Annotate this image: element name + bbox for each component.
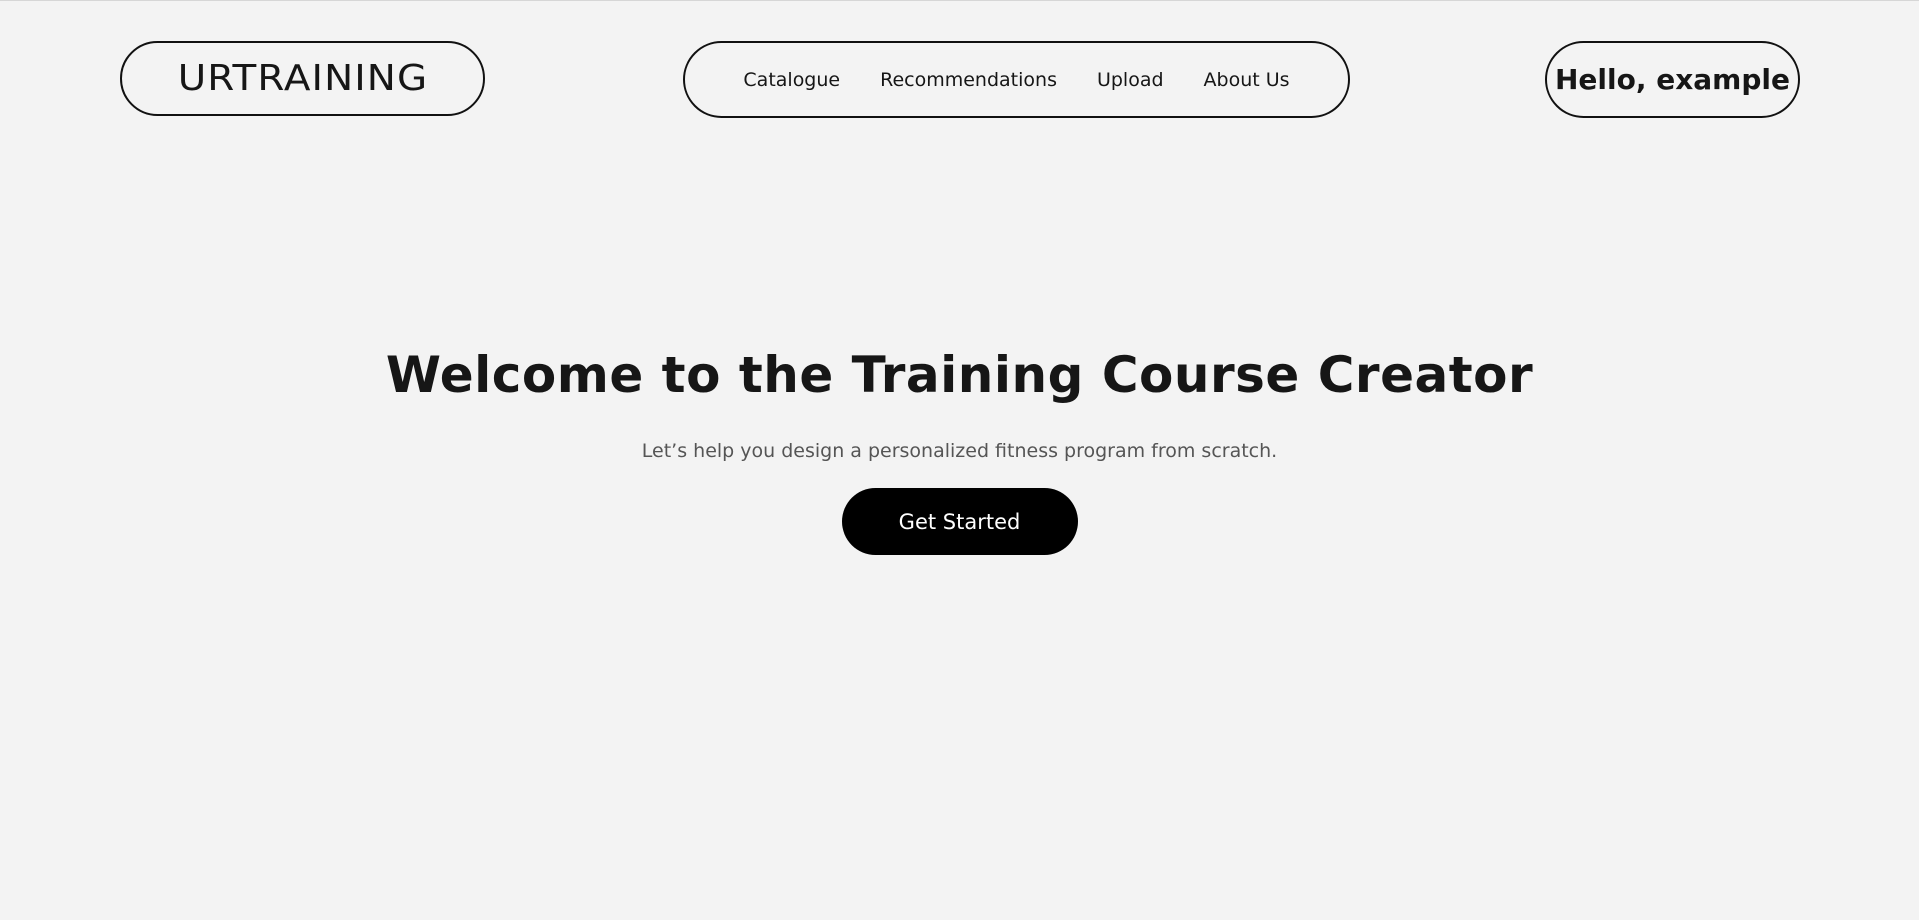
page-title: Welcome to the Training Course Creator — [385, 346, 1534, 404]
nav-link-about-us[interactable]: About Us — [1204, 69, 1290, 91]
hero-section: Welcome to the Training Course Creator L… — [0, 340, 1919, 555]
site-header: URTRAINING Catalogue Recommendations Upl… — [0, 0, 1919, 120]
logo-wordmark: URTRAINING — [177, 58, 428, 99]
hero-subtitle: Let’s help you design a personalized fit… — [641, 440, 1278, 462]
main-nav: Catalogue Recommendations Upload About U… — [683, 41, 1350, 118]
logo-link[interactable]: URTRAINING — [120, 41, 485, 116]
nav-link-recommendations[interactable]: Recommendations — [880, 69, 1057, 91]
nav-link-upload[interactable]: Upload — [1097, 69, 1164, 91]
user-menu-button[interactable]: Hello, example — [1545, 41, 1800, 118]
user-greeting: Hello, example — [1555, 63, 1790, 96]
get-started-button[interactable]: Get Started — [841, 488, 1078, 555]
nav-link-catalogue[interactable]: Catalogue — [743, 69, 840, 91]
